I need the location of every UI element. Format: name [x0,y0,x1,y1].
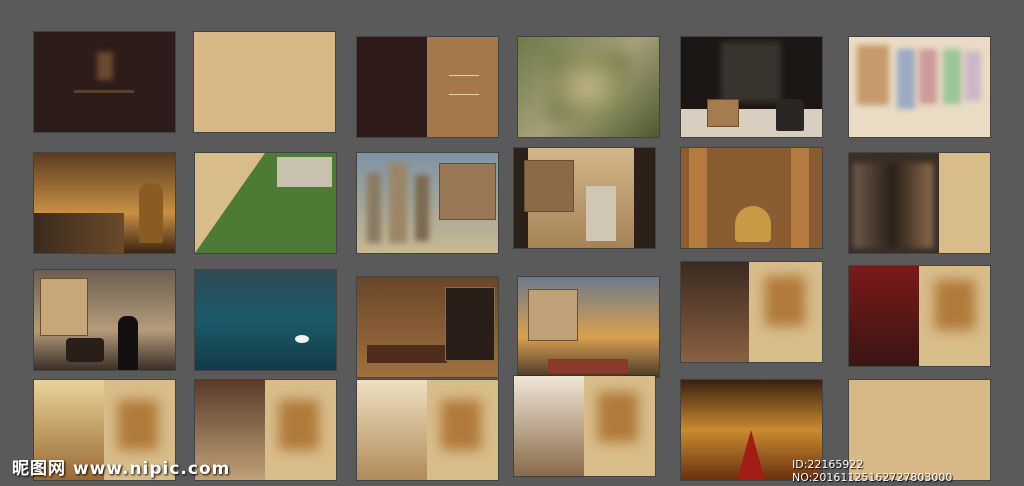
watermark-text: 昵图网 www.nipic.com [12,459,231,479]
gate-right [634,148,655,248]
lobby-light [721,42,781,102]
chandelier-blur [279,400,319,450]
swan [295,335,309,343]
thumbnail-arch-sunset[interactable] [518,277,659,377]
column-left [689,148,707,248]
bar-block-5 [965,51,981,101]
carriage [66,338,104,362]
figures-blur [853,163,933,248]
tower-3 [415,175,429,241]
thumbnail-lake-swan[interactable] [195,270,336,370]
bar-block-4 [943,49,961,104]
fireplace-blur [598,392,638,442]
cover-caption [74,90,134,93]
bar-block-2 [897,49,915,109]
thumbnail-garden-diagonal[interactable] [195,153,336,253]
split-logo [449,75,479,95]
thumbnail-red-interior[interactable] [849,266,990,366]
interior-photo [681,262,749,362]
thumbnail-classical-hall[interactable] [681,148,822,248]
bedroom-blur [118,400,158,450]
gate-text-box [524,160,574,212]
thumbnail-bright-living[interactable] [357,380,498,480]
garden-buildings [277,157,332,187]
thumbnail-figures-dark[interactable] [849,153,990,253]
garden-blur [548,52,628,122]
watermark-id: ID:22165922 NO:20161125162727803000 [792,458,953,484]
thumbnail-dark-cover[interactable] [34,32,175,132]
lobby-text-box [707,99,739,127]
thumbnail-living-room[interactable] [357,277,498,377]
column-right [791,148,809,248]
carriage-text-box [40,278,88,336]
statue [139,183,163,243]
cover-emblem [97,52,113,80]
thumbnail-interior-room[interactable] [681,262,822,362]
thumbnail-color-bars[interactable] [849,37,990,137]
lobby-chair [776,99,804,131]
towers-text-box [439,163,496,220]
interior-blur [765,276,805,326]
bright-photo [357,380,427,480]
residential-tower [586,186,616,241]
bright-blur [441,400,481,450]
figures-text-panel [939,153,990,253]
thumbnail-blurred-garden[interactable] [518,37,659,137]
gentleman [118,316,138,370]
sofa [367,345,447,363]
split-left-panel [357,37,427,137]
tower-2 [389,163,407,243]
red-carpet [737,430,765,480]
bar-block-3 [919,49,937,104]
thumbnail-towers-sky[interactable] [357,153,498,253]
thumbnail-fireplace-room[interactable] [514,376,655,476]
tower-1 [367,173,381,243]
red-blur [935,280,975,330]
arch-text-box [528,289,578,341]
city-skyline [34,213,124,253]
red-photo [849,266,919,366]
thumbnail-dark-lobby[interactable] [681,37,822,137]
thumbnail-golden-statue[interactable] [34,153,175,253]
living-text-panel [445,287,495,361]
thumbnail-carriage-scene[interactable] [34,270,175,370]
fireplace-photo [514,376,584,476]
thumbnail-tower-gate[interactable] [514,148,655,248]
arch-sofa [548,359,628,373]
garden-diagonal-overlay [195,153,265,253]
thumbnail-tan-cover[interactable] [194,32,335,132]
horse-statue [735,206,771,242]
bar-block-1 [857,45,889,105]
thumbnail-split-cover[interactable] [357,37,498,137]
